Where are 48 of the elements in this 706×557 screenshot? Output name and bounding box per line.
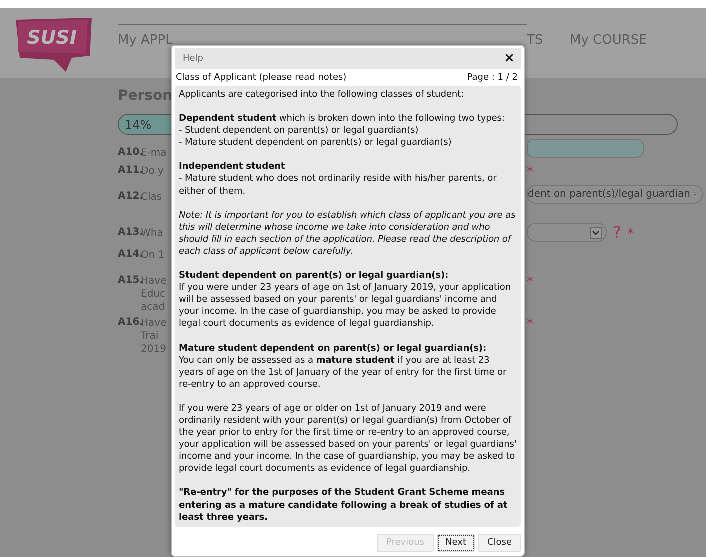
required-mark: * <box>527 165 534 180</box>
section-title: Person <box>118 88 174 104</box>
required-mark: * <box>628 227 634 242</box>
nav-tab[interactable]: TS <box>527 24 570 48</box>
dialog-button[interactable]: Close <box>478 534 521 552</box>
nav-tab[interactable]: My COURSE <box>570 24 648 48</box>
help-text: If you were under 23 years of age on 1st of January 2019, your application will be assessed based on your parents' or legal guardians' income and your income. In the case of guardianship, you may be asked to provide legal court documents as evidence of legal guardianship. <box>179 282 512 330</box>
page-indicator: Page : 1 / 2 <box>467 73 518 83</box>
help-heading: Mature student dependent on parent(s) or legal guardian(s): <box>179 342 488 355</box>
question-text: Clas <box>141 192 162 204</box>
question-number: A11. <box>118 165 140 176</box>
dialog-button[interactable]: Next <box>436 534 476 552</box>
question-text: E-ma <box>141 148 167 160</box>
logo: SUSI <box>14 16 94 72</box>
help-text: - Mature student dependent on parent(s) or legal guardian(s) <box>179 137 453 150</box>
select-field[interactable] <box>527 223 607 242</box>
help-topic: Class of Applicant (please read notes) <box>176 73 347 83</box>
question-text: Trai <box>141 330 159 343</box>
question-text: Do y <box>141 166 164 178</box>
class-select[interactable]: dent on parent(s)/legal guardian <box>527 185 703 204</box>
help-heading: Student dependent on parent(s) or legal guardian(s): <box>179 270 450 282</box>
dropdown-icon <box>590 226 602 238</box>
required-mark: * <box>527 317 534 332</box>
question-text: Have <box>141 276 167 288</box>
help-heading: "Re-entry" for the purposes of the Student Grant Scheme means entering as a mature candidate following a break of studies of at least three years. <box>179 487 509 524</box>
help-heading: Independent student <box>179 161 286 174</box>
dialog-title: Help <box>183 54 204 64</box>
help-text: - Mature student who does not ordinarily reside with his/her parents, or either of them. <box>179 173 498 198</box>
help-text: If you were 23 years of age or older on 1st of January 2019 and were ordinarily resident with your parent(s) or legal guardian(s) from October of the year prior to entry for the first time or re-entry to an approved course, your application will be assessed based on your parents' or legal guardians' income and your income. In the case of guardianship, you may be asked to provide legal court documents as evidence of legal guardianship. <box>179 402 517 476</box>
question-number: A15. <box>118 275 140 286</box>
question-text: acad <box>141 301 166 314</box>
question-number: A16. <box>118 317 140 328</box>
help-text: Applicants are categorised into the following classes of student: <box>179 89 465 102</box>
close-icon[interactable]: × <box>504 51 515 66</box>
question-text: Have <box>141 318 167 330</box>
question-number: A10. <box>118 147 140 158</box>
required-mark: * <box>527 275 534 290</box>
help-text: You can only be assessed as a mature student if you are at least 23 years of age on the 1st of January of the year of entry for the first time or re-entry to an approved course. <box>179 354 508 391</box>
email-field[interactable] <box>527 139 644 158</box>
question-text: Educ <box>141 288 166 301</box>
question-text: On 1 <box>141 250 165 262</box>
question-number: A12. <box>118 191 140 202</box>
question-number: A13. <box>118 227 140 238</box>
help-link[interactable]: ? <box>613 223 622 242</box>
question-text: Wha <box>141 228 164 240</box>
question-number: A14. <box>118 249 140 260</box>
question-text: 2019 <box>141 343 166 356</box>
help-note: Note: It is important for you to establish which class of applicant you are as this will determine whose income we take into consideration and who should fill in each section of the application. Please read the description of each class of applicant below carefully. <box>179 210 517 258</box>
